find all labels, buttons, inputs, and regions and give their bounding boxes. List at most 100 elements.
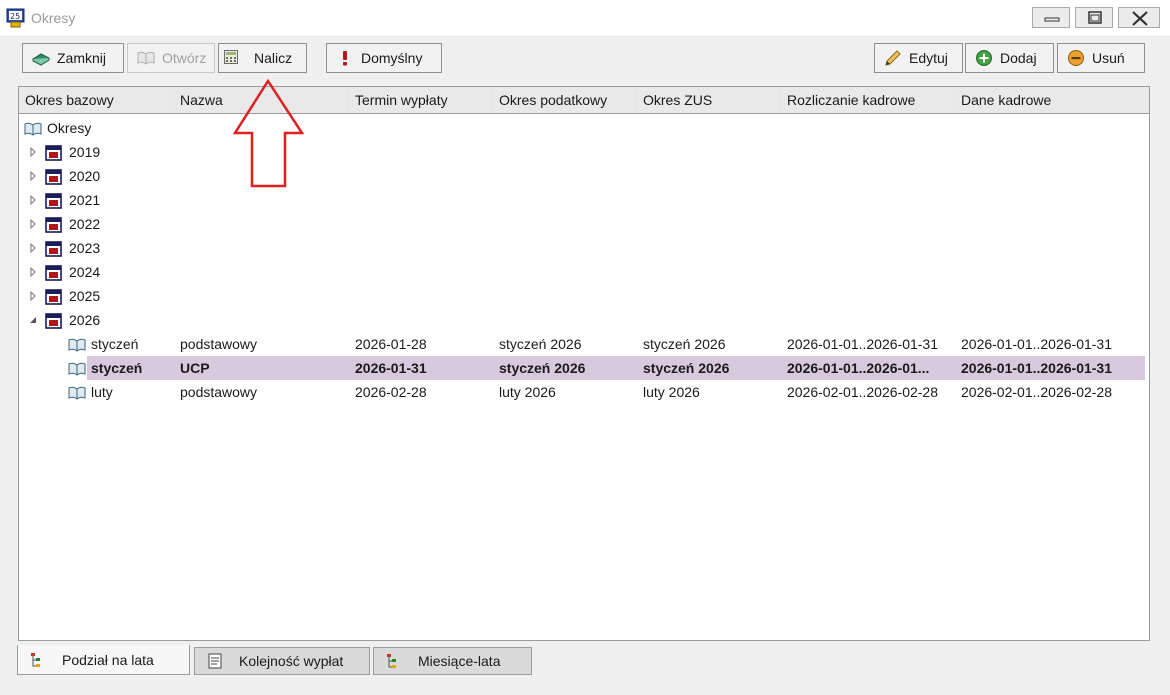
tree-root-label: Okresy <box>47 120 92 136</box>
remove-button-label: Usuń <box>1092 50 1125 66</box>
cell-payment-date: 2026-01-31 <box>355 360 427 376</box>
tree-year-row[interactable]: 2022 <box>19 212 1149 236</box>
edit-button[interactable]: Edytuj <box>874 43 963 73</box>
default-button[interactable]: Domyślny <box>326 43 442 73</box>
calculate-button-label: Nalicz <box>254 50 293 66</box>
tree-year-label: 2020 <box>69 168 101 184</box>
cell-zus-period: luty 2026 <box>643 384 700 400</box>
open-button-label: Otwórz <box>162 50 207 66</box>
open-book-icon <box>24 120 42 136</box>
tree-year-label: 2023 <box>69 240 101 256</box>
book-icon <box>31 49 51 67</box>
cell-hr-settlement: 2026-01-01..2026-01... <box>787 360 930 376</box>
tab-label: Podział na lata <box>62 651 154 668</box>
cell-hr-settlement: 2026-02-01..2026-02-28 <box>787 384 939 400</box>
remove-button[interactable]: Usuń <box>1057 43 1145 73</box>
document-icon <box>207 653 223 669</box>
expand-arrow-icon[interactable] <box>28 212 38 236</box>
column-header-payment-date[interactable]: Termin wypłaty <box>349 87 492 113</box>
expand-arrow-icon[interactable] <box>28 260 38 284</box>
column-header-hr-data[interactable]: Dane kadrowe <box>955 87 1149 113</box>
add-button-label: Dodaj <box>1000 50 1037 66</box>
close-button[interactable]: Zamknij <box>22 43 124 73</box>
tree-year-row[interactable]: 2024 <box>19 260 1149 284</box>
default-button-label: Domyślny <box>361 50 423 66</box>
tree-year-label: 2021 <box>69 192 101 208</box>
cell-hr-settlement: 2026-01-01..2026-01-31 <box>787 336 939 352</box>
expand-arrow-icon[interactable] <box>28 236 38 260</box>
red-arrow-annotation <box>232 78 305 188</box>
table-row-selected[interactable]: styczeń UCP 2026-01-31 styczeń 2026 styc… <box>19 356 1149 380</box>
periods-tree-grid[interactable]: Okres bazowy Nazwa Termin wypłaty Okres … <box>18 86 1150 641</box>
cell-tax-period: styczeń 2026 <box>499 360 586 376</box>
open-book-icon <box>68 384 86 400</box>
open-book-icon <box>68 336 86 352</box>
cell-hr-data: 2026-01-01..2026-01-31 <box>961 336 1113 352</box>
cell-zus-period: styczeń 2026 <box>643 336 726 352</box>
table-row[interactable]: luty podstawowy 2026-02-28 luty 2026 lut… <box>19 380 1149 404</box>
cell-payment-date: 2026-02-28 <box>355 384 427 400</box>
tree-year-row[interactable]: 2023 <box>19 236 1149 260</box>
cell-base-period: styczeń <box>91 360 143 376</box>
table-row[interactable]: styczeń podstawowy 2026-01-28 styczeń 20… <box>19 332 1149 356</box>
tree-year-label: 2022 <box>69 216 101 232</box>
column-header-zus-period[interactable]: Okres ZUS <box>637 87 780 113</box>
tree-year-row-expanded[interactable]: 2026 <box>19 308 1149 332</box>
tree-year-row[interactable]: 2025 <box>19 284 1149 308</box>
calculator-icon <box>223 49 241 67</box>
exclamation-icon <box>336 49 354 67</box>
cell-tax-period: luty 2026 <box>499 384 556 400</box>
close-button-label: Zamknij <box>57 50 107 66</box>
tree-year-row[interactable]: 2020 <box>19 164 1149 188</box>
column-header-tax-period[interactable]: Okres podatkowy <box>493 87 636 113</box>
cell-name: UCP <box>180 360 210 376</box>
cell-base-period: luty <box>91 384 113 400</box>
tree-year-label: 2024 <box>69 264 101 280</box>
expand-arrow-icon[interactable] <box>28 188 38 212</box>
calendar-icon <box>45 216 63 233</box>
cell-hr-data: 2026-02-01..2026-02-28 <box>961 384 1113 400</box>
tab-years-split[interactable]: Podział na lata <box>17 645 190 675</box>
column-header-base-period[interactable]: Okres bazowy <box>19 87 173 113</box>
tree-year-label: 2025 <box>69 288 101 304</box>
open-book-icon <box>137 49 155 67</box>
column-header-hr-settlement[interactable]: Rozliczanie kadrowe <box>781 87 954 113</box>
calendar-icon <box>45 192 63 209</box>
open-button[interactable]: Otwórz <box>127 43 215 73</box>
expand-arrow-icon[interactable] <box>28 284 38 308</box>
collapse-arrow-icon[interactable] <box>28 308 38 332</box>
tree-root-row[interactable]: Okresy <box>19 116 1149 140</box>
cell-zus-period: styczeń 2026 <box>643 360 730 376</box>
calendar-icon <box>45 168 63 185</box>
expand-arrow-icon[interactable] <box>28 164 38 188</box>
tree-structure-icon <box>30 652 46 668</box>
calendar-icon <box>45 240 63 257</box>
cell-name: podstawowy <box>180 336 258 352</box>
close-window-button[interactable] <box>1118 7 1160 28</box>
cell-tax-period: styczeń 2026 <box>499 336 582 352</box>
cell-hr-data: 2026-01-01..2026-01-31 <box>961 360 1113 376</box>
tab-payout-order[interactable]: Kolejność wypłat <box>194 647 370 675</box>
add-button[interactable]: Dodaj <box>965 43 1054 73</box>
tree-year-label: 2026 <box>69 312 101 328</box>
calendar-icon <box>45 288 63 305</box>
cell-base-period: styczeń <box>91 336 139 352</box>
open-book-icon <box>68 360 86 376</box>
tree-year-row[interactable]: 2019 <box>19 140 1149 164</box>
tree-year-label: 2019 <box>69 144 101 160</box>
calendar-icon <box>45 264 63 281</box>
tab-label: Kolejność wypłat <box>239 653 344 669</box>
calculate-button[interactable]: Nalicz <box>218 43 307 73</box>
edit-button-label: Edytuj <box>909 50 948 66</box>
minus-circle-icon <box>1067 49 1085 67</box>
expand-arrow-icon[interactable] <box>28 140 38 164</box>
tab-label: Miesiące-lata <box>418 653 501 669</box>
maximize-button[interactable] <box>1075 7 1113 28</box>
title-bar: 25 Okresy <box>0 0 1170 37</box>
minimize-button[interactable] <box>1032 7 1070 28</box>
cell-payment-date: 2026-01-28 <box>355 336 427 352</box>
tab-months-years[interactable]: Miesiące-lata <box>373 647 532 675</box>
app-icon: 25 <box>6 8 26 28</box>
column-header-bar: Okres bazowy Nazwa Termin wypłaty Okres … <box>19 87 1149 114</box>
tree-year-row[interactable]: 2021 <box>19 188 1149 212</box>
